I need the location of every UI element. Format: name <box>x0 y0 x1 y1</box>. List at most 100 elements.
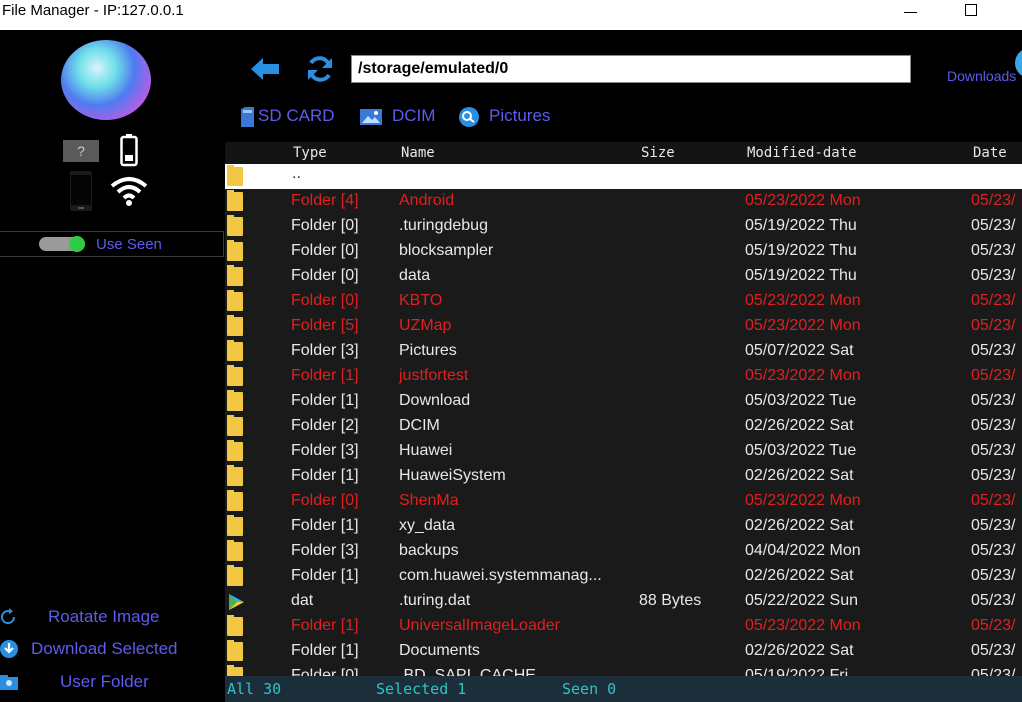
cell-modified: 05/23/2022 Mon <box>745 317 861 334</box>
refresh-icon[interactable] <box>305 54 335 84</box>
path-input[interactable] <box>351 55 911 83</box>
help-icon[interactable]: ? <box>63 140 99 162</box>
cell-date: 05/23/ <box>971 342 1016 359</box>
cell-modified: 05/23/2022 Mon <box>745 192 861 209</box>
column-type[interactable]: Type <box>293 145 327 161</box>
folder-icon <box>227 465 243 486</box>
cell-modified: 04/04/2022 Mon <box>745 542 861 559</box>
cell-name: data <box>399 267 431 284</box>
maximize-icon[interactable] <box>965 4 977 16</box>
quick-link-pictures[interactable]: Pictures <box>459 106 550 130</box>
cell-name: xy_data <box>399 517 456 534</box>
folder-icon <box>227 340 243 361</box>
table-row[interactable]: Folder [0] .BD_SAPI_CACHE 05/19/2022 Fri 05… <box>225 664 1022 676</box>
quick-link-dcim[interactable]: DCIM <box>360 106 435 130</box>
cell-name: com.huawei.systemmanag... <box>399 567 602 584</box>
cell-modified: 02/26/2022 Sat <box>745 417 854 434</box>
folder-icon <box>227 665 243 676</box>
cell-date: 05/23/ <box>971 492 1016 509</box>
back-arrow-icon[interactable] <box>249 56 281 82</box>
table-row[interactable]: Folder [0] KBTO 05/23/2022 Mon 05/23/ <box>225 289 1022 314</box>
user-folder-button[interactable]: User Folder <box>0 670 225 696</box>
folder-icon <box>227 215 243 236</box>
folder-icon <box>227 490 243 511</box>
status-bar: All 30 Selected 1 Seen 0 <box>225 676 1022 702</box>
cell-type: Folder [1] <box>291 517 359 534</box>
table-row[interactable]: Folder [0] blocksampler 05/19/2022 Thu 05/2… <box>225 239 1022 264</box>
table-row[interactable]: Folder [0] .turingdebug 05/19/2022 Thu 05/2… <box>225 214 1022 239</box>
cell-name: Download <box>399 392 471 409</box>
table-body: .. Folder [4] Android 05/23/2022 Mon 05/23/… <box>225 164 1022 676</box>
table-row[interactable]: Folder [5] UZMap 05/23/2022 Mon 05/23/ <box>225 314 1022 339</box>
cell-modified: 02/26/2022 Sat <box>745 642 854 659</box>
table-row[interactable]: Folder [1] Documents 02/26/2022 Sat 05/23/ <box>225 639 1022 664</box>
window-title: File Manager - IP:127.0.0.1 <box>2 2 184 19</box>
play-icon <box>227 593 245 611</box>
cell-date: 05/23/ <box>971 392 1016 409</box>
cell-modified: 05/19/2022 Thu <box>745 242 857 259</box>
column-modified-date[interactable]: Modified-date <box>747 145 857 161</box>
use-seen-row: Use Seen <box>0 231 224 257</box>
cell-date: 05/23/ <box>971 267 1016 284</box>
cell-name: KBTO <box>399 292 443 309</box>
cell-date: 05/23/ <box>971 292 1016 309</box>
table-row[interactable]: Folder [1] com.huawei.systemmanag... 02/26… <box>225 564 1022 589</box>
table-row[interactable]: Folder [1] Download 05/03/2022 Tue 05/23/ <box>225 389 1022 414</box>
cell-modified: 05/22/2022 Sun <box>745 592 858 609</box>
table-row[interactable]: Folder [2] DCIM 02/26/2022 Sat 05/23/ <box>225 414 1022 439</box>
folder-icon <box>227 190 243 211</box>
folder-icon <box>227 615 243 636</box>
quick-link-sd-card[interactable]: SD CARD <box>241 106 335 130</box>
cell-name: .turingdebug <box>399 217 488 234</box>
cell-name: HuaweiSystem <box>399 467 506 484</box>
status-all-count: All 30 <box>227 680 282 698</box>
status-selected-count: Selected 1 <box>376 680 467 698</box>
table-row[interactable]: Folder [3] Huawei 05/03/2022 Tue 05/23/ <box>225 439 1022 464</box>
column-name[interactable]: Name <box>401 145 435 161</box>
cell-modified: 05/23/2022 Mon <box>745 367 861 384</box>
table-row[interactable]: Folder [1] xy_data 02/26/2022 Sat 05/23/ <box>225 514 1022 539</box>
rotate-image-button[interactable]: Roatate Image <box>0 605 225 631</box>
cell-date: 05/23/ <box>971 567 1016 584</box>
cell-date: 05/23/ <box>971 442 1016 459</box>
cell-name: DCIM <box>399 417 440 434</box>
folder-icon <box>227 315 243 336</box>
cell-type: Folder [1] <box>291 392 359 409</box>
table-row[interactable]: Folder [3] backups 04/04/2022 Mon 05/23/ <box>225 539 1022 564</box>
table-row[interactable]: Folder [3] Pictures 05/07/2022 Sat 05/23/ <box>225 339 1022 364</box>
parent-directory-row[interactable]: .. <box>225 164 1022 189</box>
table-row[interactable]: Folder [1] justfortest 05/23/2022 Mon 05/23… <box>225 364 1022 389</box>
cell-modified: 02/26/2022 Sat <box>745 467 854 484</box>
folder-icon <box>227 165 243 186</box>
table-row[interactable]: dat .turing.dat 88 Bytes 05/22/2022 Sun 05/2… <box>225 589 1022 614</box>
downloads-link[interactable]: Downloads <box>947 68 1016 84</box>
cell-date: 05/23/ <box>971 217 1016 234</box>
cell-name: backups <box>399 542 459 559</box>
download-selected-button[interactable]: Download Selected <box>0 637 225 663</box>
parent-dir-label: .. <box>292 165 301 182</box>
table-row[interactable]: Folder [0] data 05/19/2022 Thu 05/23/ <box>225 264 1022 289</box>
use-seen-toggle[interactable] <box>39 236 85 252</box>
cell-modified: 05/23/2022 Mon <box>745 617 861 634</box>
table-row[interactable]: Folder [0] ShenMa 05/23/2022 Mon 05/23/ <box>225 489 1022 514</box>
user-folder-icon <box>0 675 18 690</box>
cell-date: 05/23/ <box>971 642 1016 659</box>
sidebar: ? Use Seen Roatate Image Download Select… <box>0 30 225 702</box>
title-bar: File Manager - IP:127.0.0.1 <box>0 0 1022 30</box>
cell-date: 05/23/ <box>971 467 1016 484</box>
cell-type: Folder [4] <box>291 192 359 209</box>
cell-name: .turing.dat <box>399 592 471 609</box>
cell-type: Folder [0] <box>291 492 359 509</box>
main-panel: Downloads SD CARD DCIM Pictures <box>225 30 1022 702</box>
cell-date: 05/23/ <box>971 592 1016 609</box>
column-date[interactable]: Date <box>973 145 1007 161</box>
table-row[interactable]: Folder [4] Android 05/23/2022 Mon 05/23/ <box>225 189 1022 214</box>
cell-date: 05/23/ <box>971 242 1016 259</box>
sd-card-icon <box>241 106 254 127</box>
cell-modified: 05/19/2022 Fri <box>745 667 849 676</box>
column-size[interactable]: Size <box>641 145 675 161</box>
minimize-icon[interactable] <box>904 2 918 22</box>
avatar <box>61 40 151 120</box>
table-row[interactable]: Folder [1] UniversalImageLoader 05/23/2022… <box>225 614 1022 639</box>
table-row[interactable]: Folder [1] HuaweiSystem 02/26/2022 Sat 05/2… <box>225 464 1022 489</box>
